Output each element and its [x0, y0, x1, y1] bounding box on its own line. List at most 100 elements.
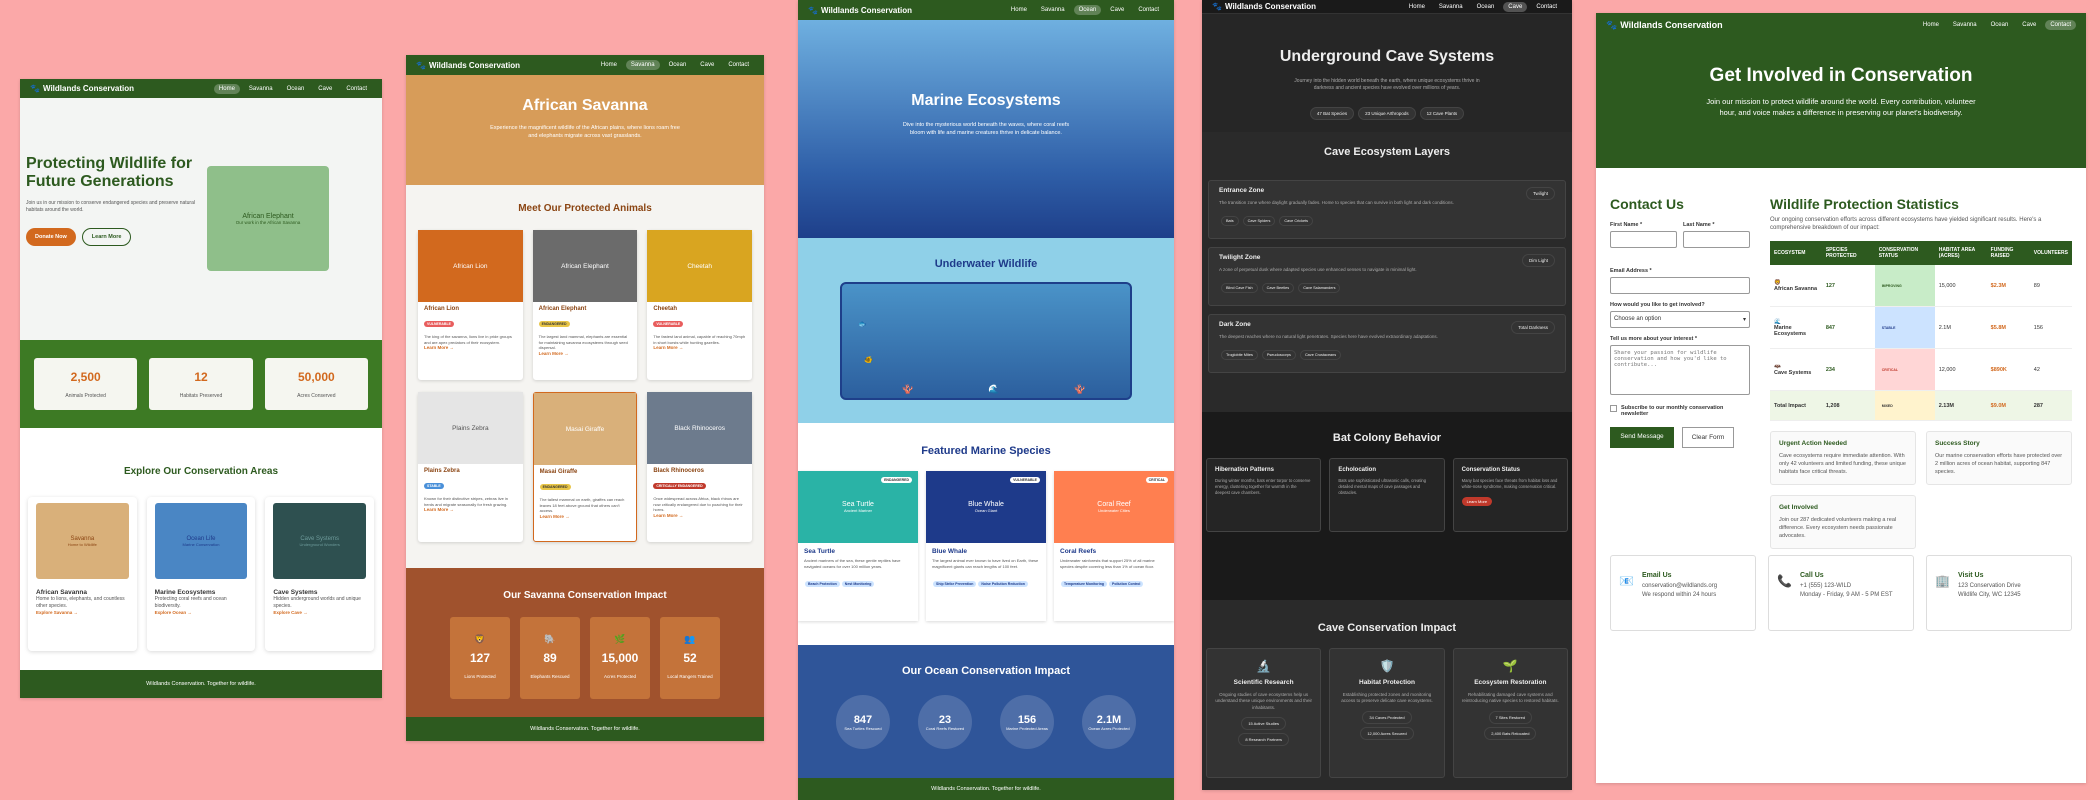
animal-card[interactable]: African Elephant African Elephant ENDANGER… — [532, 230, 638, 380]
learn-more-link[interactable]: Learn More → — [424, 507, 517, 512]
species-section: Featured Marine Species Sea Turtle Ancien… — [798, 423, 1174, 645]
nav-home[interactable]: Home — [1918, 20, 1944, 30]
nav-cave[interactable]: Cave — [1105, 5, 1129, 15]
first-name-input[interactable] — [1610, 231, 1677, 248]
learn-more-link[interactable]: Learn More → — [653, 345, 746, 350]
contact-hero: Get Involved in Conservation Join our mi… — [1596, 37, 2086, 168]
animal-card[interactable]: Cheetah Cheetah VULNERABLE The fastest land… — [647, 230, 752, 380]
animal-name: African Elephant — [538, 306, 587, 312]
hero-image: African Elephant Our work in the African… — [207, 166, 329, 271]
learn-more-link[interactable]: Learn More → — [539, 351, 632, 356]
animal-name: Masai Giraffe — [539, 469, 578, 475]
learn-more-link[interactable]: Learn More → — [653, 513, 746, 518]
area-image: Cave Systems Underground Wonders — [273, 503, 367, 579]
tag-chip: Nest Monitoring — [841, 581, 875, 588]
area-card-ocean[interactable]: Ocean Life Marine Conservation Marine Eco… — [146, 497, 256, 651]
nav-ocean[interactable]: Ocean — [664, 60, 692, 70]
page-title: Marine Ecosystems — [911, 92, 1061, 109]
nav-savanna[interactable]: Savanna — [244, 84, 278, 94]
animal-image: African Lion — [418, 230, 523, 302]
nav-contact[interactable]: Contact — [1531, 2, 1562, 12]
send-message-button[interactable]: Send Message — [1610, 427, 1674, 448]
species-chip: Blind Cave Fish — [1221, 283, 1258, 293]
cave-page: 🐾 Wildlands Conservation Home Savanna Oce… — [1202, 0, 1572, 790]
nav-home[interactable]: Home — [1006, 5, 1032, 15]
nav-savanna[interactable]: Savanna — [625, 60, 660, 70]
area-image: Savanna Home to Wildlife — [36, 503, 129, 579]
cave-layer-card: Entrance Zone Twilight The transition zone… — [1208, 180, 1566, 239]
learn-more-link[interactable]: Learn More → — [540, 514, 631, 519]
footer: Wildlands Conservation. Together for wil… — [798, 778, 1174, 800]
status-badge: VULNERABLE — [424, 321, 454, 327]
lion-icon: 🦁 — [474, 634, 486, 644]
coral-icon: 🪸 — [1074, 384, 1086, 394]
species-chip: Pseudoscorps — [1261, 350, 1296, 360]
nav-contact[interactable]: Contact — [723, 60, 754, 70]
nav-savanna[interactable]: Savanna — [1036, 5, 1070, 15]
table-row: 🌊 Marine Ecosystems 847 STABLE 2.1M $5.8M 156 — [1770, 306, 2072, 350]
impact-stat: 🐘 89 Elephants Rescued — [520, 617, 580, 699]
animal-card[interactable]: Plains Zebra Plains Zebra STABLE Known for … — [418, 392, 523, 542]
nav-contact[interactable]: Contact — [1133, 5, 1164, 15]
navbar: 🐾 Wildlands Conservation Home Savanna Oce… — [20, 79, 382, 98]
species-chip: Bats — [1221, 216, 1239, 226]
learn-more-button[interactable]: Learn More — [1461, 496, 1493, 506]
interest-textarea[interactable]: Share your passion for wildlife conserva… — [1610, 345, 1750, 395]
nav-ocean[interactable]: Ocean — [1986, 20, 2014, 30]
elephant-icon: 🐘 — [544, 634, 556, 644]
learn-more-link[interactable]: Learn More → — [424, 345, 517, 350]
species-card[interactable]: Coral Reef Underwater Cities CRITICAL Coral… — [1054, 471, 1174, 621]
nav-cave[interactable]: Cave — [1503, 1, 1528, 12]
explore-title: Explore Our Conservation Areas — [123, 466, 279, 477]
nav-contact[interactable]: Contact — [2045, 20, 2076, 30]
animal-image: Masai Giraffe — [533, 393, 637, 465]
learn-more-button[interactable]: Learn More — [81, 227, 132, 246]
nav-savanna[interactable]: Savanna — [1434, 2, 1468, 12]
animal-card[interactable]: Black Rhinoceros Black Rhinoceros CRITICAL… — [647, 392, 752, 542]
status-badge: VULNERABLE — [1010, 477, 1040, 483]
explore-ocean-link[interactable]: Explore Ocean → — [155, 610, 248, 615]
species-chip: Cave Beetles — [1261, 283, 1295, 293]
microscope-icon: 🔬 — [1256, 659, 1272, 673]
nav-ocean[interactable]: Ocean — [1472, 2, 1500, 12]
stats-section: 2,500 Animals Protected 12 Habitats Preser… — [20, 340, 382, 428]
info-card: Get Involved Join our 287 dedicated volun… — [1770, 495, 1916, 550]
nav-cave[interactable]: Cave — [313, 84, 337, 94]
area-card-savanna[interactable]: Savanna Home to Wildlife African Savanna … — [28, 497, 137, 651]
cave-layer-card: Twilight Zone Dim Light A zone of perpetua… — [1208, 247, 1566, 306]
newsletter-checkbox[interactable] — [1610, 405, 1617, 412]
clear-form-button[interactable]: Clear Form — [1682, 427, 1734, 448]
nav-cave[interactable]: Cave — [2017, 20, 2041, 30]
area-card-cave[interactable]: Cave Systems Underground Wonders Cave Sys… — [265, 497, 375, 651]
last-name-input[interactable] — [1683, 231, 1750, 248]
species-card[interactable]: Blue Whale Ocean Giant VULNERABLE Blue Whal… — [926, 471, 1046, 621]
nav-home[interactable]: Home — [1404, 2, 1430, 12]
page-title: African Savanna — [522, 97, 648, 114]
navbar: 🐾 Wildlands Conservation Home Savanna Oce… — [406, 55, 764, 75]
explore-savanna-link[interactable]: Explore Savanna → — [36, 610, 129, 615]
animal-card[interactable]: African Lion African Lion VULNERABLE The ki… — [418, 230, 523, 380]
nav-home[interactable]: Home — [596, 60, 622, 70]
involvement-select[interactable]: Choose an option ▾ — [1610, 311, 1750, 328]
status-badge: IMPROVING — [1881, 283, 1902, 288]
email-input[interactable] — [1610, 277, 1750, 294]
nav-home[interactable]: Home — [213, 83, 240, 94]
shield-icon: 🛡️ — [1379, 659, 1395, 673]
nav-contact[interactable]: Contact — [341, 84, 372, 94]
contact-info-card: 📧 Email Us conservation@wildlands.org We re… — [1610, 555, 1756, 632]
nav-savanna[interactable]: Savanna — [1948, 20, 1982, 30]
bat-info-card: Echolocation Bats use sophisticated ultra… — [1329, 458, 1445, 532]
bats-section: Bat Colony Behavior Hibernation Patterns… — [1202, 412, 1572, 600]
explore-cave-link[interactable]: Explore Cave → — [273, 610, 366, 615]
species-card[interactable]: Sea Turtle Ancient Mariner ENDANGERED Sea T… — [798, 471, 918, 621]
status-badge: VULNERABLE — [653, 321, 684, 327]
nav-cave[interactable]: Cave — [695, 60, 719, 70]
donate-button[interactable]: Donate Now — [26, 227, 76, 246]
animal-card[interactable]: Masai Giraffe Masai Giraffe ENDANGERED The … — [532, 392, 638, 542]
nav-ocean[interactable]: Ocean — [282, 84, 310, 94]
animal-name: Black Rhinoceros — [653, 468, 705, 474]
status-badge: STABLE — [1881, 325, 1896, 330]
brand-logo[interactable]: 🐾 Wildlands Conservation — [30, 84, 134, 93]
statistics-section: Wildlife Protection Statistics Our ongoi… — [1770, 196, 2072, 550]
nav-ocean[interactable]: Ocean — [1073, 5, 1102, 15]
